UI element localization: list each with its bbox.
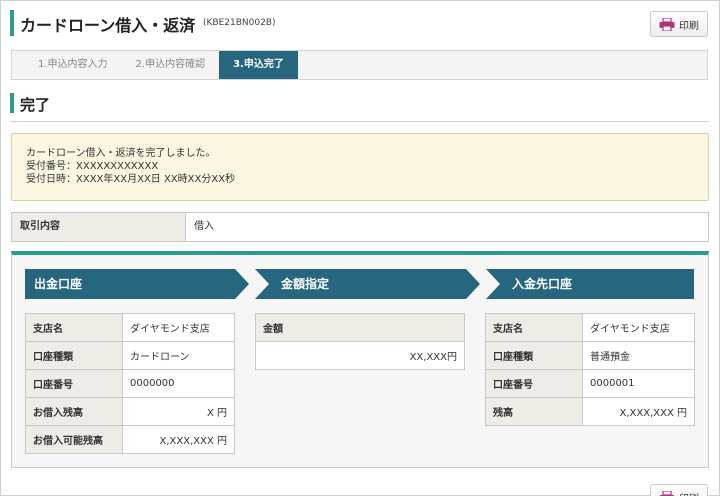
print-button-label: 印刷	[679, 20, 699, 32]
step-input: 1.申込内容入力	[38, 59, 108, 70]
step-confirm: 2.申込内容確認	[135, 59, 206, 70]
progress-steps: 1.申込内容入力 2.申込内容確認 3.申込完了	[11, 50, 708, 80]
print-button-bottom[interactable]: 印刷	[650, 484, 708, 496]
loan-balance-label: お借入残高	[25, 397, 123, 426]
transaction-type-row: 取引内容 借入	[11, 212, 709, 242]
message-line-receipt-number: 受付番号：XXXXXXXXXXXX	[26, 161, 159, 172]
withdraw-branch-label: 支店名	[25, 313, 123, 342]
transaction-type-value: 借入	[194, 221, 214, 232]
table-row: 口座種類 カードローン	[25, 341, 235, 370]
transaction-type-label: 取引内容	[12, 213, 186, 241]
withdraw-account-number-value: 0000000	[122, 369, 235, 398]
completion-message: カードローン借入・返済を完了しました。 受付番号：XXXXXXXXXXXX 受付…	[11, 133, 709, 201]
table-row: お借入可能残高 X,XXX,XXX 円	[25, 425, 235, 454]
title-accent-bar	[10, 10, 14, 36]
available-loan-value: X,XXX,XXX 円	[122, 425, 235, 454]
withdraw-account-table: 支店名 ダイヤモンド支店 口座種類 カードローン 口座番号 0000000 お借…	[25, 313, 235, 454]
withdraw-account-type-label: 口座種類	[25, 341, 123, 370]
available-loan-label: お借入可能残高	[25, 425, 123, 454]
deposit-account-type-label: 口座種類	[485, 341, 583, 370]
deposit-account-title: 入金先口座	[512, 277, 573, 291]
page-title: カードローン借入・返済	[20, 16, 196, 35]
withdraw-branch-value: ダイヤモンド支店	[122, 313, 235, 342]
deposit-account-type-value: 普通預金	[582, 341, 695, 370]
screen-id: (KBE21BN002B)	[203, 18, 276, 28]
deposit-account-number-value: 0000001	[582, 369, 695, 398]
section-divider	[10, 121, 709, 122]
deposit-balance-value: X,XXX,XXX 円	[582, 397, 695, 426]
amount-label: 金額	[255, 313, 465, 342]
step-complete: 3.申込完了	[219, 51, 298, 79]
table-row: 支店名 ダイヤモンド支店	[485, 313, 695, 342]
table-row: 金額	[255, 313, 465, 342]
message-line-receipt-datetime: 受付日時：XXXX年XX月XX日 XX時XX分XX秒	[26, 174, 236, 185]
withdraw-account-type-value: カードローン	[122, 341, 235, 370]
deposit-balance-label: 残高	[485, 397, 583, 426]
section-accent-bar	[10, 93, 14, 113]
table-row: 口座番号 0000000	[25, 369, 235, 398]
amount-table: 金額 XX,XXX円	[255, 313, 465, 370]
printer-icon	[659, 16, 675, 32]
table-row: 残高 X,XXX,XXX 円	[485, 397, 695, 426]
withdraw-account-number-label: 口座番号	[25, 369, 123, 398]
section-title: 完了	[20, 96, 51, 114]
withdraw-account-title: 出金口座	[34, 277, 83, 291]
table-row: XX,XXX円	[255, 341, 465, 370]
deposit-branch-value: ダイヤモンド支店	[582, 313, 695, 342]
amount-value: XX,XXX円	[255, 341, 465, 370]
amount-header: 金額指定	[255, 269, 480, 299]
deposit-account-number-label: 口座番号	[485, 369, 583, 398]
message-line-complete: カードローン借入・返済を完了しました。	[26, 148, 216, 159]
table-row: お借入残高 X 円	[25, 397, 235, 426]
table-row: 支店名 ダイヤモンド支店	[25, 313, 235, 342]
deposit-account-table: 支店名 ダイヤモンド支店 口座種類 普通預金 口座番号 0000001 残高 X…	[485, 313, 695, 426]
print-button-bottom-label: 印刷	[679, 490, 699, 496]
loan-balance-value: X 円	[122, 397, 235, 426]
print-button[interactable]: 印刷	[650, 11, 708, 37]
amount-title: 金額指定	[281, 277, 330, 291]
table-row: 口座番号 0000001	[485, 369, 695, 398]
printer-icon	[659, 489, 675, 496]
table-row: 口座種類 普通預金	[485, 341, 695, 370]
deposit-branch-label: 支店名	[485, 313, 583, 342]
withdraw-account-header: 出金口座	[25, 269, 249, 299]
deposit-account-header: 入金先口座	[486, 269, 694, 299]
